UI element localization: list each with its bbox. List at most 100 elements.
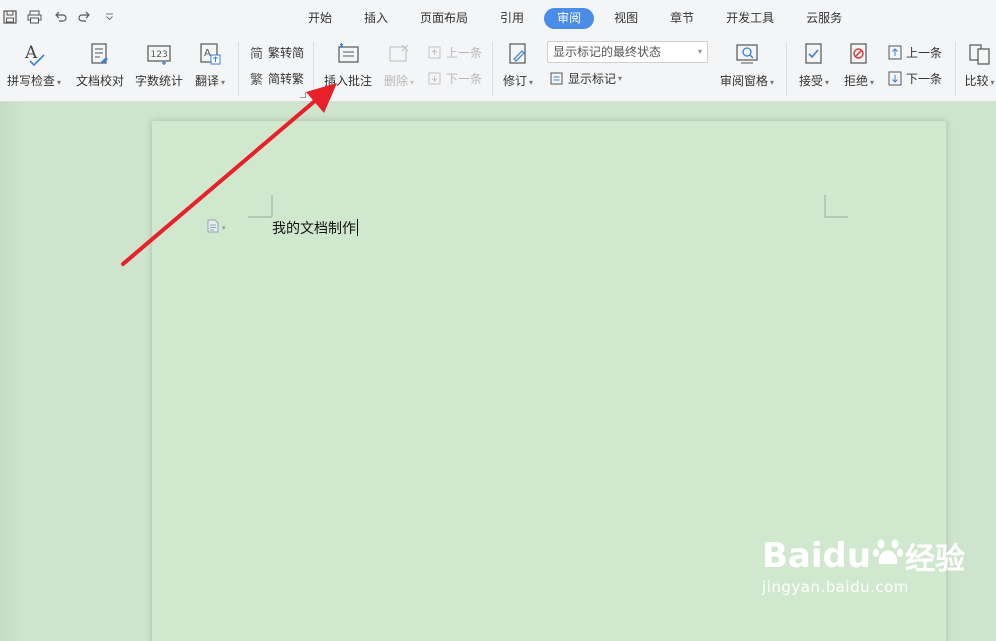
paw-icon bbox=[873, 536, 904, 577]
doc-proofread-button[interactable]: 文档校对 bbox=[74, 41, 126, 89]
review-ribbon: A 拼写检查 ▾ 文档校对 123 字数统计 A 翻译 ▾ 简 繁转简 繁 简转繁 bbox=[0, 36, 996, 102]
prev-change-label: 上一条 bbox=[906, 46, 943, 60]
show-markup-icon bbox=[549, 71, 565, 87]
print-icon[interactable] bbox=[26, 9, 42, 25]
simp-to-trad-label: 简转繁 bbox=[268, 72, 305, 86]
ribbon-divider bbox=[786, 42, 787, 96]
document-line: 我的文档制作 bbox=[272, 221, 356, 237]
translate-label: 翻译 bbox=[194, 74, 219, 88]
word-count-icon: 123 bbox=[146, 41, 172, 67]
spell-check-icon: A bbox=[21, 41, 47, 67]
spell-check-label: 拼写检查 bbox=[6, 74, 55, 88]
margin-corner-top-left bbox=[248, 195, 273, 218]
word-count-label: 字数统计 bbox=[134, 74, 183, 88]
next-comment-button[interactable]: 下一条 bbox=[427, 70, 482, 87]
word-count-button[interactable]: 123 字数统计 bbox=[133, 41, 185, 89]
document-body-text[interactable]: 我的文档制作 bbox=[272, 218, 358, 238]
tab-references[interactable]: 引用 bbox=[488, 8, 536, 29]
compare-button[interactable]: 比较 ▾ bbox=[963, 41, 996, 89]
next-change-button[interactable]: 下一条 bbox=[887, 70, 942, 87]
tab-view[interactable]: 视图 bbox=[602, 8, 650, 29]
prev-comment-button[interactable]: 上一条 bbox=[427, 44, 482, 61]
review-pane-button[interactable]: 审阅窗格 ▾ bbox=[718, 41, 776, 89]
accept-icon bbox=[801, 41, 827, 67]
review-pane-icon bbox=[734, 41, 760, 67]
ribbon-divider bbox=[492, 42, 493, 96]
accept-button[interactable]: 接受 ▾ bbox=[796, 41, 832, 89]
delete-comment-icon bbox=[386, 41, 412, 67]
prev-comment-icon bbox=[427, 45, 443, 61]
markup-state-select[interactable]: 显示标记的最终状态 ▾ bbox=[547, 41, 708, 63]
reject-icon bbox=[846, 41, 872, 67]
insert-comment-icon bbox=[335, 41, 361, 67]
compare-icon bbox=[967, 41, 993, 67]
chevron-down-icon: ▾ bbox=[222, 223, 226, 232]
track-changes-label: 修订 bbox=[502, 74, 527, 88]
simp-trad-icon: 繁 bbox=[249, 71, 265, 87]
ribbon-divider bbox=[955, 42, 956, 96]
translate-button[interactable]: A 翻译 ▾ bbox=[192, 41, 228, 89]
show-markup-button[interactable]: 显示标记 ▾ bbox=[549, 70, 622, 87]
ribbon-divider bbox=[238, 42, 239, 96]
doc-proofread-label: 文档校对 bbox=[75, 74, 124, 88]
translate-icon: A bbox=[197, 41, 223, 67]
spell-check-button[interactable]: A 拼写检查 ▾ bbox=[5, 41, 63, 89]
compare-label: 比较 bbox=[964, 74, 989, 88]
save-icon[interactable] bbox=[2, 9, 18, 25]
svg-text:A: A bbox=[204, 48, 211, 59]
simp-to-trad-button[interactable]: 繁 简转繁 bbox=[249, 70, 305, 87]
proofread-icon bbox=[87, 41, 113, 67]
prev-change-icon bbox=[887, 45, 903, 61]
svg-text:123: 123 bbox=[151, 50, 168, 60]
trad-simp-icon: 简 bbox=[249, 45, 265, 61]
review-pane-label: 审阅窗格 bbox=[719, 74, 768, 88]
paragraph-handle[interactable]: ▾ bbox=[207, 219, 226, 236]
insert-comment-label: 插入批注 bbox=[323, 74, 372, 88]
prev-change-button[interactable]: 上一条 bbox=[887, 44, 942, 61]
redo-icon[interactable] bbox=[76, 9, 92, 25]
delete-comment-label: 删除 bbox=[383, 74, 408, 88]
svg-text:A: A bbox=[24, 43, 38, 63]
reject-button[interactable]: 拒绝 ▾ bbox=[841, 41, 877, 89]
chevron-down-icon: ▾ bbox=[697, 47, 702, 56]
next-comment-label: 下一条 bbox=[446, 72, 483, 86]
group-launcher-icon[interactable] bbox=[300, 92, 306, 98]
trad-to-simp-button[interactable]: 简 繁转简 bbox=[249, 44, 305, 61]
margin-corner-top-right bbox=[824, 195, 848, 218]
markup-state-value: 显示标记的最终状态 bbox=[553, 45, 662, 59]
watermark-brand: Baidu bbox=[762, 536, 872, 576]
next-comment-icon bbox=[427, 71, 443, 87]
watermark-url: jingyan.baidu.com bbox=[762, 578, 909, 596]
undo-icon[interactable] bbox=[52, 9, 68, 25]
accept-label: 接受 bbox=[798, 74, 823, 88]
track-changes-button[interactable]: 修订 ▾ bbox=[500, 41, 536, 89]
track-changes-icon bbox=[505, 41, 531, 67]
tab-cloud[interactable]: 云服务 bbox=[794, 8, 854, 29]
delete-comment-button[interactable]: 删除 ▾ bbox=[381, 41, 417, 89]
customize-chevron-icon[interactable] bbox=[101, 9, 117, 25]
document-icon bbox=[207, 219, 219, 236]
watermark-suffix: 经验 bbox=[905, 542, 966, 577]
tab-section[interactable]: 章节 bbox=[658, 8, 706, 29]
reject-label: 拒绝 bbox=[843, 74, 868, 88]
show-markup-label: 显示标记 bbox=[568, 72, 617, 86]
baidu-watermark: Baidu 经验 jingyan.baidu.com bbox=[762, 534, 965, 596]
next-change-label: 下一条 bbox=[906, 72, 943, 86]
svg-text:繁: 繁 bbox=[250, 72, 263, 86]
svg-text:简: 简 bbox=[250, 46, 263, 60]
next-change-icon bbox=[887, 71, 903, 87]
tab-review[interactable]: 审阅 bbox=[544, 8, 595, 29]
insert-comment-button[interactable]: 插入批注 bbox=[321, 41, 375, 89]
tab-page-layout[interactable]: 页面布局 bbox=[408, 8, 480, 29]
trad-to-simp-label: 繁转简 bbox=[268, 46, 305, 60]
tab-home[interactable]: 开始 bbox=[296, 8, 344, 29]
prev-comment-label: 上一条 bbox=[446, 46, 483, 60]
workspace-edge bbox=[0, 102, 20, 641]
menu-bar: 开始 插入 页面布局 引用 审阅 视图 章节 开发工具 云服务 bbox=[0, 0, 996, 36]
tab-developer[interactable]: 开发工具 bbox=[714, 8, 786, 29]
ribbon-tabs: 开始 插入 页面布局 引用 审阅 视图 章节 开发工具 云服务 bbox=[296, 8, 862, 29]
text-cursor bbox=[357, 219, 358, 236]
tab-insert[interactable]: 插入 bbox=[352, 8, 400, 29]
ribbon-divider bbox=[313, 42, 314, 96]
watermark-logo: Baidu 经验 bbox=[762, 534, 965, 578]
